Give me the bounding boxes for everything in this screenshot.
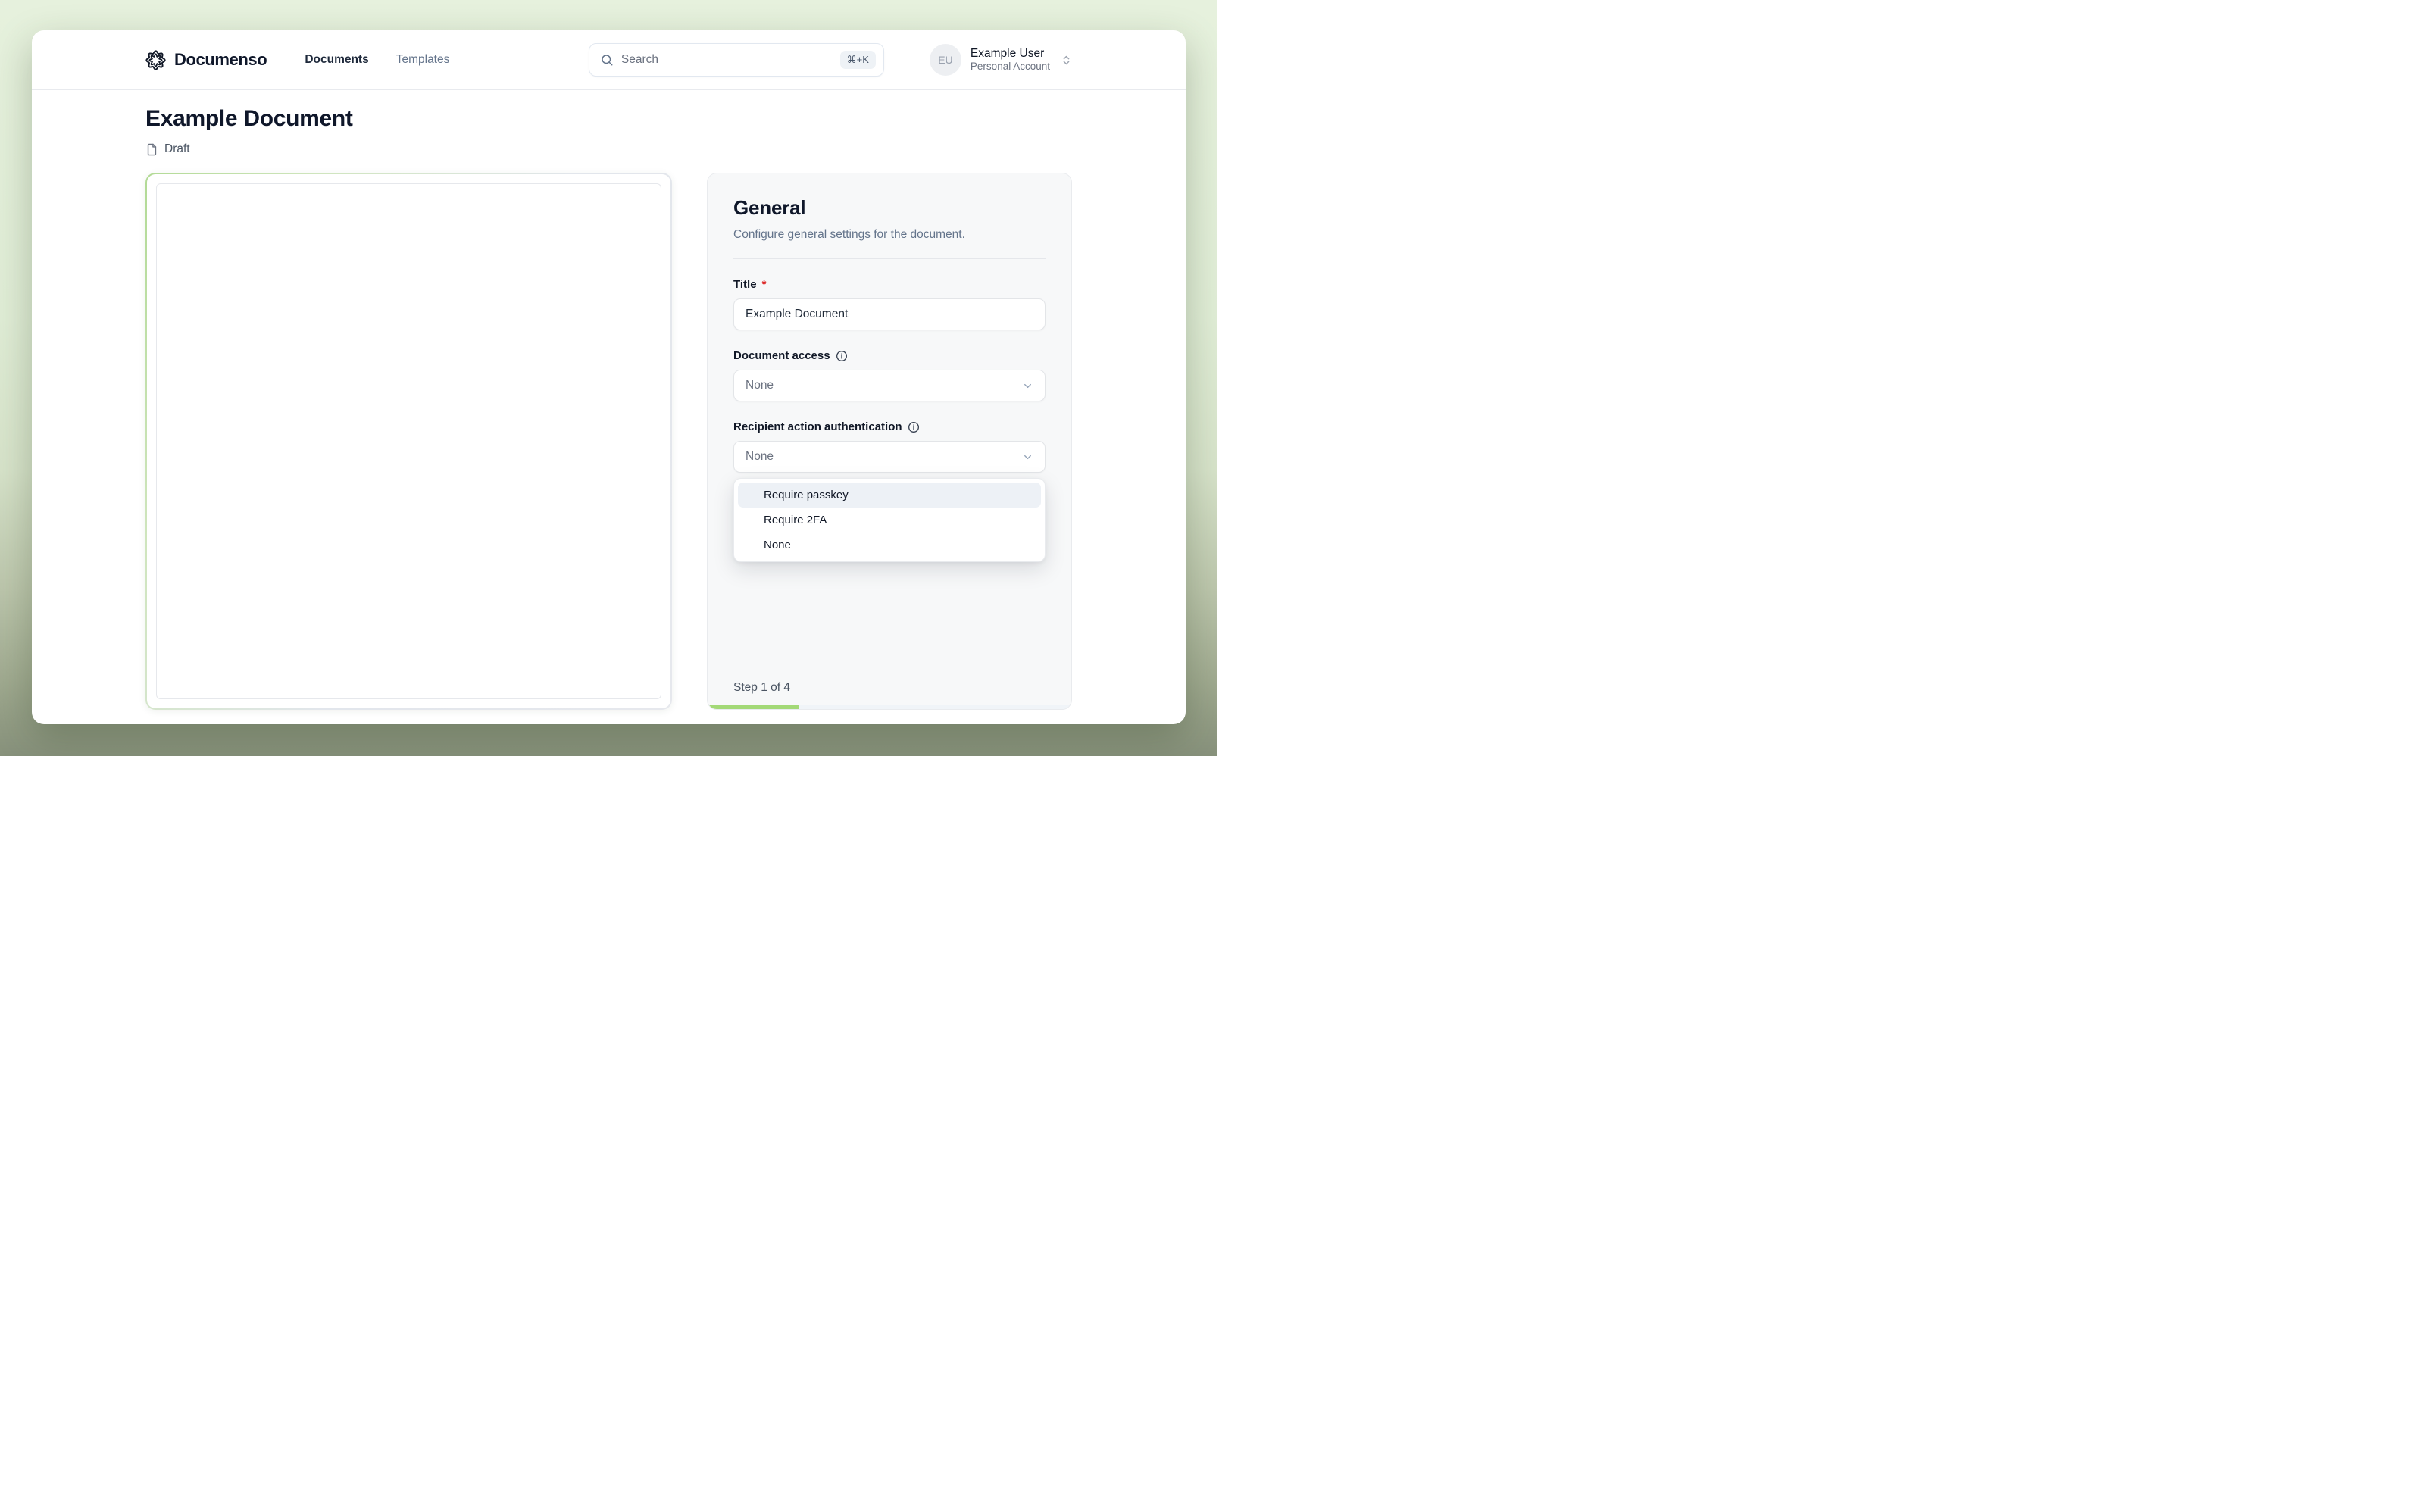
panel-title: General xyxy=(733,196,806,219)
brand[interactable]: Documenso xyxy=(145,49,267,70)
menu-item-require-2fa[interactable]: Require 2FA xyxy=(738,508,1041,533)
menu-item-require-passkey[interactable]: Require passkey xyxy=(738,483,1041,508)
recipient-auth-label: Recipient action authentication xyxy=(733,420,902,433)
nav-links: Documents Templates xyxy=(305,53,449,67)
user-menu[interactable]: EU Example User Personal Account xyxy=(929,44,1072,76)
pdf-page xyxy=(156,183,661,699)
required-asterisk: * xyxy=(761,278,767,291)
document-access-select[interactable]: None xyxy=(733,370,1046,401)
top-nav: Documenso Documents Templates Search ⌘+K… xyxy=(32,30,1186,90)
page-background: Documenso Documents Templates Search ⌘+K… xyxy=(0,0,1218,756)
info-icon[interactable] xyxy=(908,421,920,433)
search-shortcut-badge: ⌘+K xyxy=(839,51,876,69)
search-icon xyxy=(602,55,613,66)
page-content: Example Document Draft General Configure… xyxy=(32,90,1186,724)
document-preview-inner xyxy=(147,174,670,708)
title-field-label-row: Title * xyxy=(733,278,1046,291)
status-text: Draft xyxy=(164,142,190,155)
recipient-auth-label-row: Recipient action authentication xyxy=(733,420,1046,433)
general-settings-panel: General Configure general settings for t… xyxy=(707,173,1072,710)
chevron-down-icon xyxy=(1024,383,1031,388)
recipient-auth-select[interactable]: None xyxy=(733,441,1046,473)
panel-description: Configure general settings for the docum… xyxy=(733,228,965,241)
title-field-label: Title xyxy=(733,278,757,291)
step-indicator: Step 1 of 4 xyxy=(733,681,790,694)
title-input[interactable]: Example Document xyxy=(733,298,1046,330)
title-input-value: Example Document xyxy=(746,308,849,320)
page-title: Example Document xyxy=(145,106,353,131)
document-access-value: None xyxy=(746,379,774,392)
nav-link-templates[interactable]: Templates xyxy=(396,53,450,67)
info-icon[interactable] xyxy=(836,350,848,362)
panel-footer: Step 1 of 4 xyxy=(708,681,1071,709)
app-window: Documenso Documents Templates Search ⌘+K… xyxy=(32,30,1186,724)
recipient-auth-value: None xyxy=(746,450,774,463)
document-access-label: Document access xyxy=(733,349,830,362)
nav-link-documents[interactable]: Documents xyxy=(305,53,368,67)
document-status: Draft xyxy=(145,142,1072,156)
document-preview xyxy=(145,173,672,710)
user-name: Example User xyxy=(970,46,1045,60)
documenso-logo-icon xyxy=(145,49,166,70)
panel-divider xyxy=(733,258,1046,259)
progress-fill xyxy=(708,705,799,709)
progress-bar xyxy=(708,705,1071,709)
user-info: Example User Personal Account xyxy=(971,46,1050,73)
search-input[interactable]: Search ⌘+K xyxy=(588,43,884,77)
menu-item-none[interactable]: None xyxy=(738,533,1041,558)
chevron-down-icon xyxy=(1024,455,1031,459)
main-columns: General Configure general settings for t… xyxy=(145,173,1072,710)
document-access-label-row: Document access xyxy=(733,349,1046,362)
logo-inner-path xyxy=(148,52,163,67)
brand-name: Documenso xyxy=(174,50,267,69)
file-icon xyxy=(147,143,157,155)
avatar: EU xyxy=(929,44,961,76)
recipient-auth-dropdown-menu: Require passkey Require 2FA None xyxy=(733,478,1046,562)
search-placeholder: Search xyxy=(620,53,659,66)
user-account-type: Personal Account xyxy=(970,61,1050,73)
chevrons-up-down-icon xyxy=(1063,55,1070,64)
